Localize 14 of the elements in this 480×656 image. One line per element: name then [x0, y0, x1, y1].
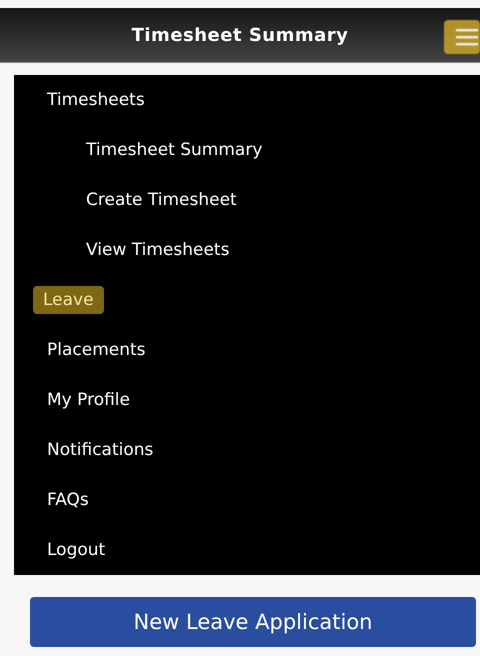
- new-leave-application-button[interactable]: New Leave Application: [30, 597, 476, 647]
- menu-item[interactable]: Leave: [33, 286, 104, 314]
- menu-item[interactable]: Create Timesheet: [86, 186, 237, 214]
- menu-item[interactable]: My Profile: [47, 386, 130, 414]
- menu-item[interactable]: Timesheets: [47, 86, 145, 114]
- menu-item[interactable]: View Timesheets: [86, 236, 230, 264]
- menu-button[interactable]: [444, 20, 480, 54]
- menu-item[interactable]: Timesheet Summary: [86, 136, 262, 164]
- page-title: Timesheet Summary: [132, 24, 348, 46]
- menu-item[interactable]: FAQs: [47, 486, 89, 514]
- menu-item[interactable]: Notifications: [47, 436, 154, 464]
- menu-icon: [456, 28, 478, 46]
- menu-item[interactable]: Logout: [47, 536, 106, 564]
- menu-item[interactable]: Placements: [47, 336, 146, 364]
